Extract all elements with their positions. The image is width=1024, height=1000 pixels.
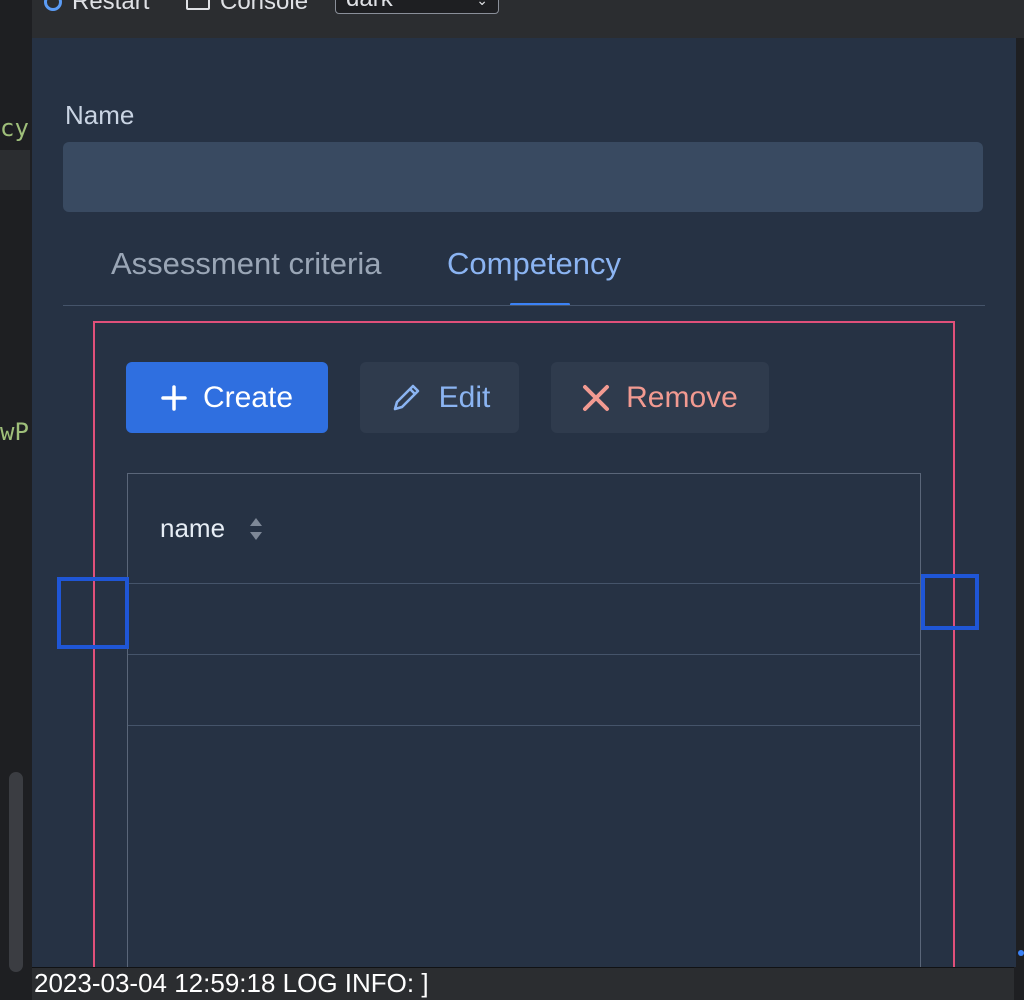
tabs-divider bbox=[63, 305, 985, 306]
console-icon bbox=[186, 0, 210, 10]
resize-handle-right[interactable] bbox=[921, 574, 979, 630]
restart-label: Restart bbox=[72, 0, 150, 15]
window-edge bbox=[1014, 967, 1024, 1000]
create-button[interactable]: Create bbox=[126, 362, 328, 433]
tabs: Assessment criteria Competency bbox=[63, 228, 985, 306]
create-label: Create bbox=[202, 380, 294, 414]
app-window: cy wP Restart Console dark ⌄ Name Assess… bbox=[0, 0, 1024, 1000]
toolbar: Restart Console dark ⌄ bbox=[32, 0, 1024, 38]
chevron-down-icon: ⌄ bbox=[476, 0, 488, 8]
indicator-dot bbox=[1018, 950, 1024, 956]
plus-icon bbox=[161, 384, 187, 411]
name-label: Name bbox=[65, 100, 135, 130]
editor-current-line bbox=[0, 150, 30, 190]
log-output: 2023-03-04 12:59:18 LOG INFO: ] bbox=[32, 967, 1014, 1000]
theme-select-value: dark bbox=[346, 0, 393, 13]
close-icon bbox=[583, 384, 610, 411]
edit-label: Edit bbox=[438, 380, 491, 414]
column-header-name[interactable]: name bbox=[160, 513, 225, 544]
tab-assessment-criteria[interactable]: Assessment criteria bbox=[111, 246, 381, 282]
remove-button[interactable]: Remove bbox=[551, 362, 769, 433]
edit-button[interactable]: Edit bbox=[360, 362, 519, 433]
pencil-icon bbox=[393, 384, 419, 410]
code-editor-strip: cy wP bbox=[0, 0, 32, 1000]
code-fragment: cy bbox=[0, 114, 29, 142]
table-row[interactable] bbox=[128, 584, 920, 655]
restart-icon bbox=[44, 0, 62, 11]
table-row[interactable] bbox=[128, 655, 920, 726]
tab-competency[interactable]: Competency bbox=[447, 246, 621, 282]
code-fragment: wP bbox=[0, 418, 29, 446]
editor-scrollbar[interactable] bbox=[9, 772, 23, 972]
console-button[interactable]: Console bbox=[186, 0, 308, 16]
sort-icon[interactable] bbox=[248, 516, 264, 542]
remove-label: Remove bbox=[626, 380, 738, 414]
restart-button[interactable]: Restart bbox=[44, 0, 149, 16]
main-panel: Name Assessment criteria Competency Crea… bbox=[32, 38, 1016, 1000]
console-label: Console bbox=[220, 0, 309, 15]
name-input[interactable] bbox=[63, 142, 983, 212]
resize-handle-left[interactable] bbox=[57, 577, 129, 649]
competency-table: name bbox=[127, 473, 921, 1000]
table-header: name bbox=[128, 474, 920, 584]
theme-select[interactable]: dark ⌄ bbox=[335, 0, 499, 14]
